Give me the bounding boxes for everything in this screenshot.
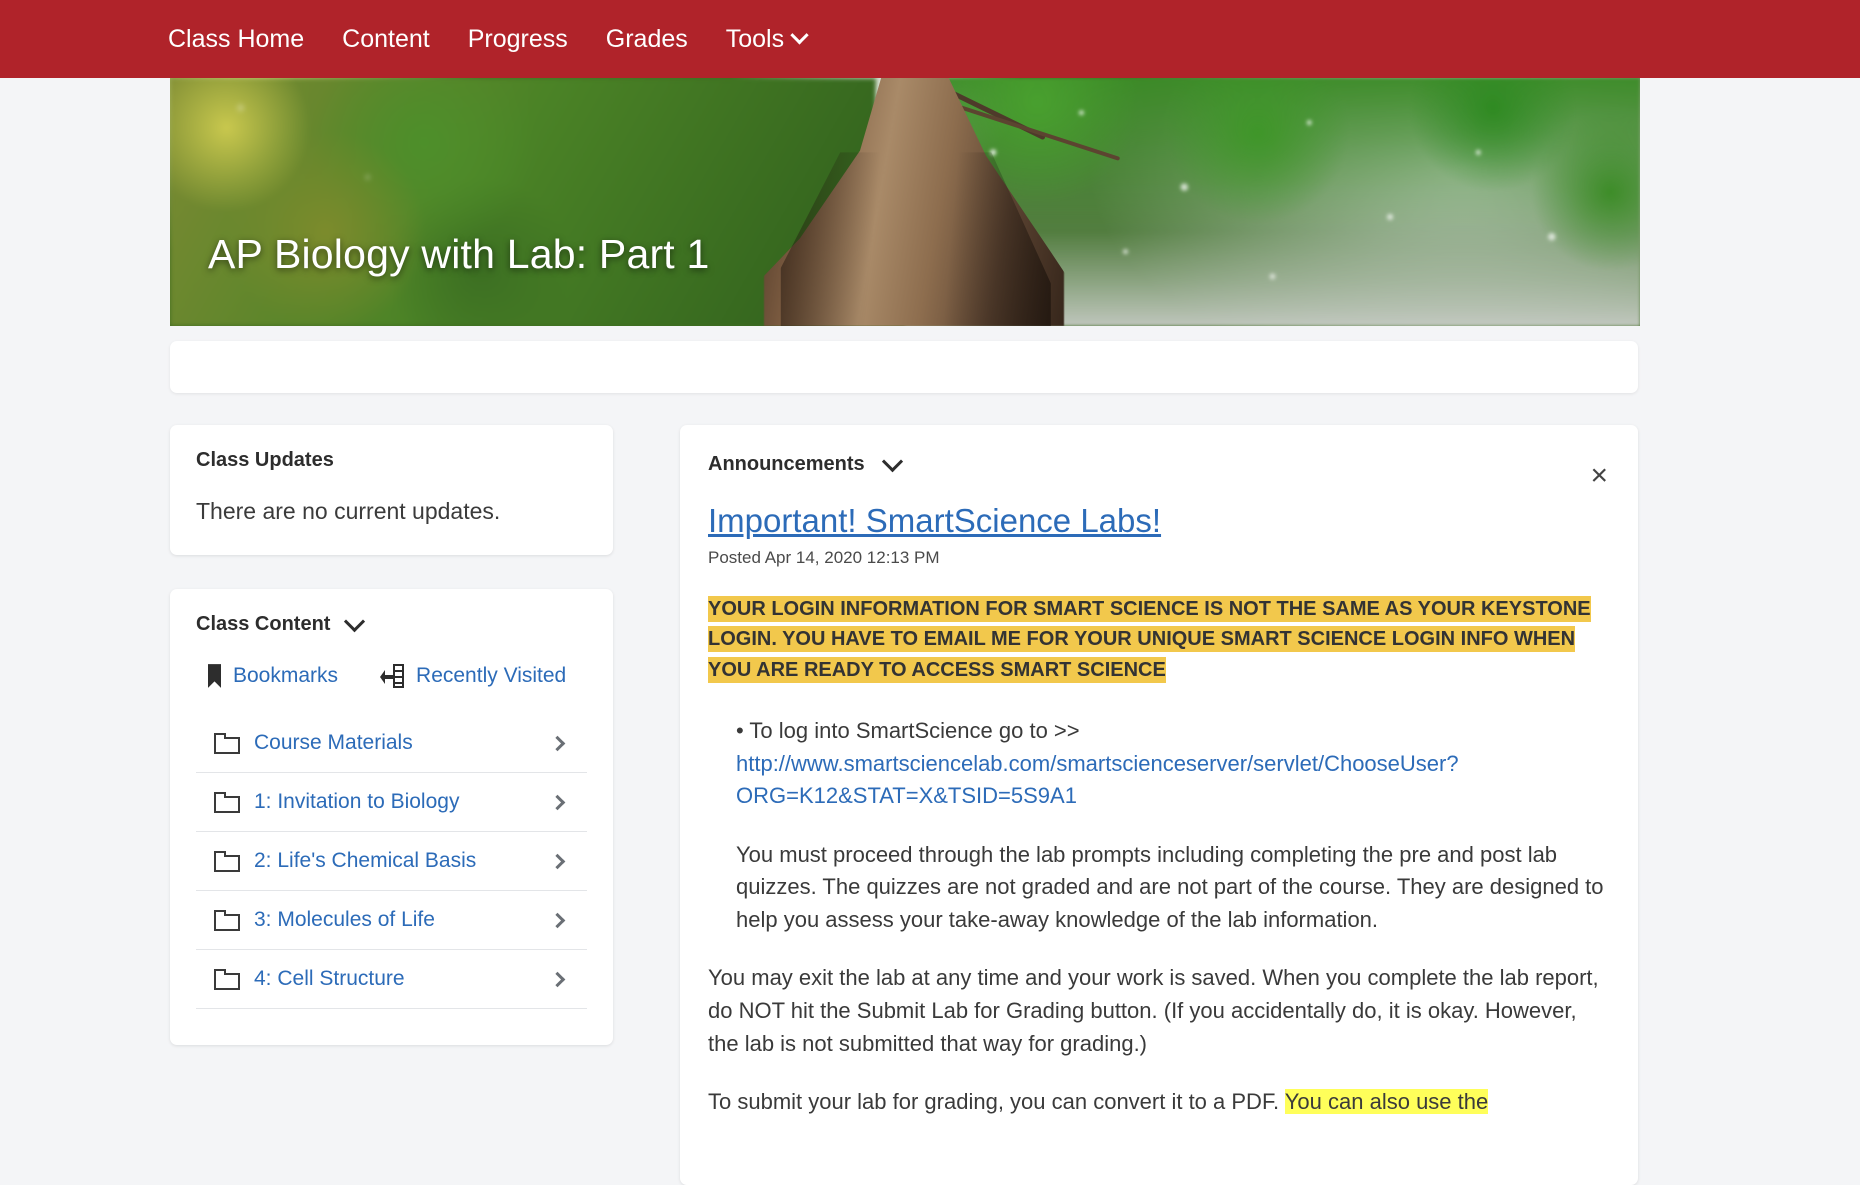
top-navigation-bar: Class Home Content Progress Grades Tools <box>0 0 1860 78</box>
folder-label: 3: Molecules of Life <box>254 908 435 931</box>
announcement-paragraph-3: To submit your lab for grading, you can … <box>708 1086 1604 1119</box>
quicklink-label: Bookmarks <box>233 664 339 687</box>
folder-icon <box>214 968 240 990</box>
left-column: Class Updates There are no current updat… <box>170 425 613 1045</box>
nav-item-content[interactable]: Content <box>342 25 430 54</box>
list-item[interactable]: 4: Cell Structure <box>196 949 587 1008</box>
announcement-title-link[interactable]: Important! SmartScience Labs! <box>708 502 1161 540</box>
paragraph-3-highlight: You can also use the <box>1284 1089 1489 1115</box>
chevron-right-icon <box>549 853 566 869</box>
class-updates-body: There are no current updates. <box>196 498 501 524</box>
chevron-right-icon <box>549 735 566 751</box>
quicklink-bookmarks[interactable]: Bookmarks <box>208 664 338 688</box>
quicklink-label: Recently Visited <box>416 664 567 687</box>
page-title: AP Biology with Lab: Part 1 <box>208 231 710 277</box>
banner-background-image <box>170 78 1640 326</box>
folder-label: 2: Life's Chemical Basis <box>254 849 477 872</box>
list-item[interactable]: 1: Invitation to Biology <box>196 772 587 831</box>
bullet-text: • To log into SmartScience go to >> <box>736 718 1080 744</box>
chevron-right-icon <box>549 912 566 928</box>
bookmark-icon <box>208 664 221 688</box>
announcement-paragraph-1: You must proceed through the lab prompts… <box>736 841 1604 932</box>
nav-item-label: Class Home <box>168 24 305 53</box>
nav-item-label: Content <box>342 24 430 53</box>
chevron-down-icon <box>790 25 809 44</box>
folder-label: 4: Cell Structure <box>254 967 405 990</box>
nav-item-label: Progress <box>467 24 568 53</box>
announcements-card: × Announcements Important! SmartScience … <box>680 425 1638 1185</box>
recently-visited-icon <box>380 664 405 688</box>
class-updates-heading: Class Updates <box>196 449 334 471</box>
empty-widget-strip <box>170 341 1638 393</box>
class-content-card: Class Content Bookmarks Recently Visited <box>170 589 613 1045</box>
nav-item-progress[interactable]: Progress <box>468 25 568 54</box>
smartscience-login-link[interactable]: http://www.smartsciencelab.com/smartscie… <box>736 751 1459 809</box>
class-content-heading: Class Content <box>196 613 331 635</box>
nav-item-label: Grades <box>605 24 688 53</box>
folder-label: Course Materials <box>254 731 413 754</box>
announcements-section-label: Announcements <box>708 453 865 475</box>
chevron-right-icon <box>549 794 566 810</box>
chevron-down-icon[interactable] <box>344 611 366 633</box>
nav-item-tools[interactable]: Tools <box>725 24 809 54</box>
class-content-quicklinks: Bookmarks Recently Visited <box>196 664 587 688</box>
folder-icon <box>214 850 240 872</box>
folder-icon <box>214 909 240 931</box>
list-item[interactable]: Course Materials <box>196 714 587 772</box>
folder-icon <box>214 732 240 754</box>
highlighted-text: YOUR LOGIN INFORMATION FOR SMART SCIENCE… <box>708 596 1591 683</box>
nav-item-label: Tools <box>725 24 785 53</box>
nav-item-class-home[interactable]: Class Home <box>168 25 304 54</box>
nav-item-grades[interactable]: Grades <box>606 25 688 54</box>
list-item[interactable]: 3: Molecules of Life <box>196 890 587 949</box>
chevron-down-icon[interactable] <box>881 451 903 473</box>
class-content-header: Class Content <box>196 611 587 636</box>
close-icon[interactable]: × <box>1590 461 1608 491</box>
announcements-header: Announcements <box>708 451 1604 476</box>
announcement-posted-date: Posted Apr 14, 2020 12:13 PM <box>708 548 940 567</box>
announcement-highlighted-notice: YOUR LOGIN INFORMATION FOR SMART SCIENCE… <box>708 594 1604 685</box>
class-updates-card: Class Updates There are no current updat… <box>170 425 613 555</box>
announcement-bullet-line: • To log into SmartScience go to >> http… <box>708 715 1604 813</box>
announcement-paragraph-2: You may exit the lab at any time and you… <box>708 965 1599 1056</box>
quicklink-recently-visited[interactable]: Recently Visited <box>380 664 566 688</box>
paragraph-3-plain: To submit your lab for grading, you can … <box>708 1089 1285 1115</box>
folder-label: 1: Invitation to Biology <box>254 790 460 813</box>
chevron-right-icon <box>549 971 566 987</box>
folder-icon <box>214 791 240 813</box>
list-item[interactable]: 2: Life's Chemical Basis <box>196 831 587 890</box>
course-banner: AP Biology with Lab: Part 1 <box>170 78 1640 326</box>
class-content-folder-list: Course Materials 1: Invitation to Biolog… <box>196 714 587 1009</box>
